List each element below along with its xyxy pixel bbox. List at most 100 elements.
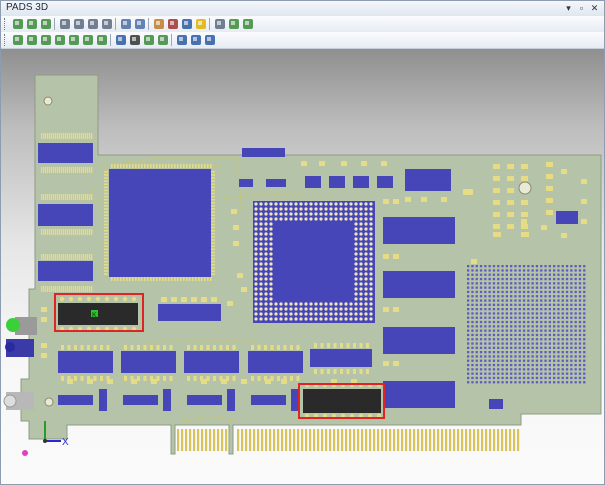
connector-finger: [469, 429, 472, 451]
export-icon[interactable]: [39, 17, 53, 31]
view-right-icon[interactable]: [95, 33, 109, 47]
solder-pad: [77, 254, 79, 260]
bga-ball: [349, 207, 353, 211]
zoom-icon[interactable]: [119, 17, 133, 31]
solder-pad: [366, 369, 369, 374]
collision-icon[interactable]: [180, 17, 194, 31]
bga-ball: [309, 207, 313, 211]
solder-pad: [85, 286, 87, 292]
bga-ball: [95, 296, 101, 302]
solder-pad: [505, 295, 508, 298]
solder-pad: [514, 312, 517, 315]
toolbar-grip[interactable]: [4, 34, 8, 46]
solder-pad: [518, 282, 521, 285]
rotate-icon[interactable]: [156, 33, 170, 47]
solder-pad: [561, 359, 564, 362]
solder-pad: [484, 381, 487, 384]
solder-pad: [527, 359, 530, 362]
close-button[interactable]: ✕: [589, 2, 600, 14]
copy-icon[interactable]: [100, 17, 114, 31]
solder-pad: [192, 164, 194, 168]
solder-pad: [501, 269, 504, 272]
binoculars-icon[interactable]: [133, 17, 147, 31]
solder-pad: [488, 376, 491, 380]
flag-toggle-icon[interactable]: [175, 33, 189, 47]
solder-pad: [518, 269, 521, 272]
solder-pad: [505, 282, 508, 285]
solder-pad: [535, 376, 539, 380]
solder-pad: [143, 376, 147, 381]
view-top-icon[interactable]: [25, 33, 39, 47]
solder-pad: [159, 277, 161, 281]
solder-pad: [501, 342, 504, 345]
view-left-icon[interactable]: [81, 33, 95, 47]
bga-ball: [344, 212, 348, 216]
3d-viewport[interactable]: K X: [1, 49, 604, 484]
solder-pad: [93, 376, 97, 381]
import-icon[interactable]: [25, 17, 39, 31]
pin-button[interactable]: ▾: [563, 2, 574, 14]
solder-pad: [479, 325, 483, 328]
solder-pad: [85, 229, 87, 235]
fit-view-icon[interactable]: [114, 33, 128, 47]
solder-pad: [535, 351, 539, 354]
solder-pad: [471, 376, 474, 380]
bga-ball: [284, 217, 288, 221]
layers-icon[interactable]: [227, 17, 241, 31]
select-cursor-icon[interactable]: [128, 33, 142, 47]
solder-pad: [544, 286, 547, 289]
ic-u16: [158, 304, 221, 321]
clearance-icon[interactable]: [166, 17, 180, 31]
solder-pad: [544, 320, 547, 324]
print-icon[interactable]: [58, 17, 72, 31]
solder-pad: [557, 368, 560, 371]
bga-ball: [349, 212, 353, 216]
connector-finger: [317, 429, 320, 451]
solder-pad: [544, 346, 547, 349]
view-back-icon[interactable]: [67, 33, 81, 47]
solder-pad: [132, 277, 134, 281]
toolbar-grip[interactable]: [4, 18, 8, 30]
solder-pad: [540, 277, 543, 281]
bga-ball: [254, 247, 258, 251]
settings-icon[interactable]: [213, 17, 227, 31]
solder-pad: [475, 303, 478, 306]
warning-icon[interactable]: [194, 17, 208, 31]
flag-next-icon[interactable]: [189, 33, 203, 47]
bga-ball: [364, 272, 368, 276]
bga-ball: [349, 217, 353, 221]
solder-pad: [138, 277, 140, 281]
solder-pad: [540, 303, 543, 306]
solder-pad: [565, 329, 569, 332]
solder-pad: [77, 167, 79, 173]
restore-button[interactable]: ▫: [576, 2, 587, 14]
solder-pad: [514, 299, 517, 302]
flag-prev-icon[interactable]: [203, 33, 217, 47]
print-preview-icon[interactable]: [72, 17, 86, 31]
pan-icon[interactable]: [142, 33, 156, 47]
solder-pad: [61, 229, 63, 235]
bga-ball: [329, 202, 333, 206]
open-icon[interactable]: [11, 17, 25, 31]
solder-pad: [471, 329, 474, 332]
solder-pad: [492, 303, 496, 306]
solder-pad: [471, 359, 474, 362]
view-iso-icon[interactable]: [11, 33, 25, 47]
solder-pad: [475, 308, 478, 311]
solder-pad: [471, 273, 474, 276]
measure-icon[interactable]: [152, 17, 166, 31]
solder-pad: [574, 282, 577, 285]
save-image-icon[interactable]: [86, 17, 100, 31]
bga-ball: [269, 287, 273, 291]
solder-pad: [557, 355, 560, 358]
solder-pad: [527, 333, 530, 337]
solder-pad: [548, 346, 551, 349]
solder-pad: [544, 308, 547, 311]
view-bottom-icon[interactable]: [39, 33, 53, 47]
qfp-u4: [109, 169, 211, 277]
options-icon[interactable]: [241, 17, 255, 31]
pcb-board-render[interactable]: K X: [1, 49, 604, 484]
view-front-icon[interactable]: [53, 33, 67, 47]
solder-pad: [501, 286, 504, 289]
solder-pad: [150, 277, 152, 281]
